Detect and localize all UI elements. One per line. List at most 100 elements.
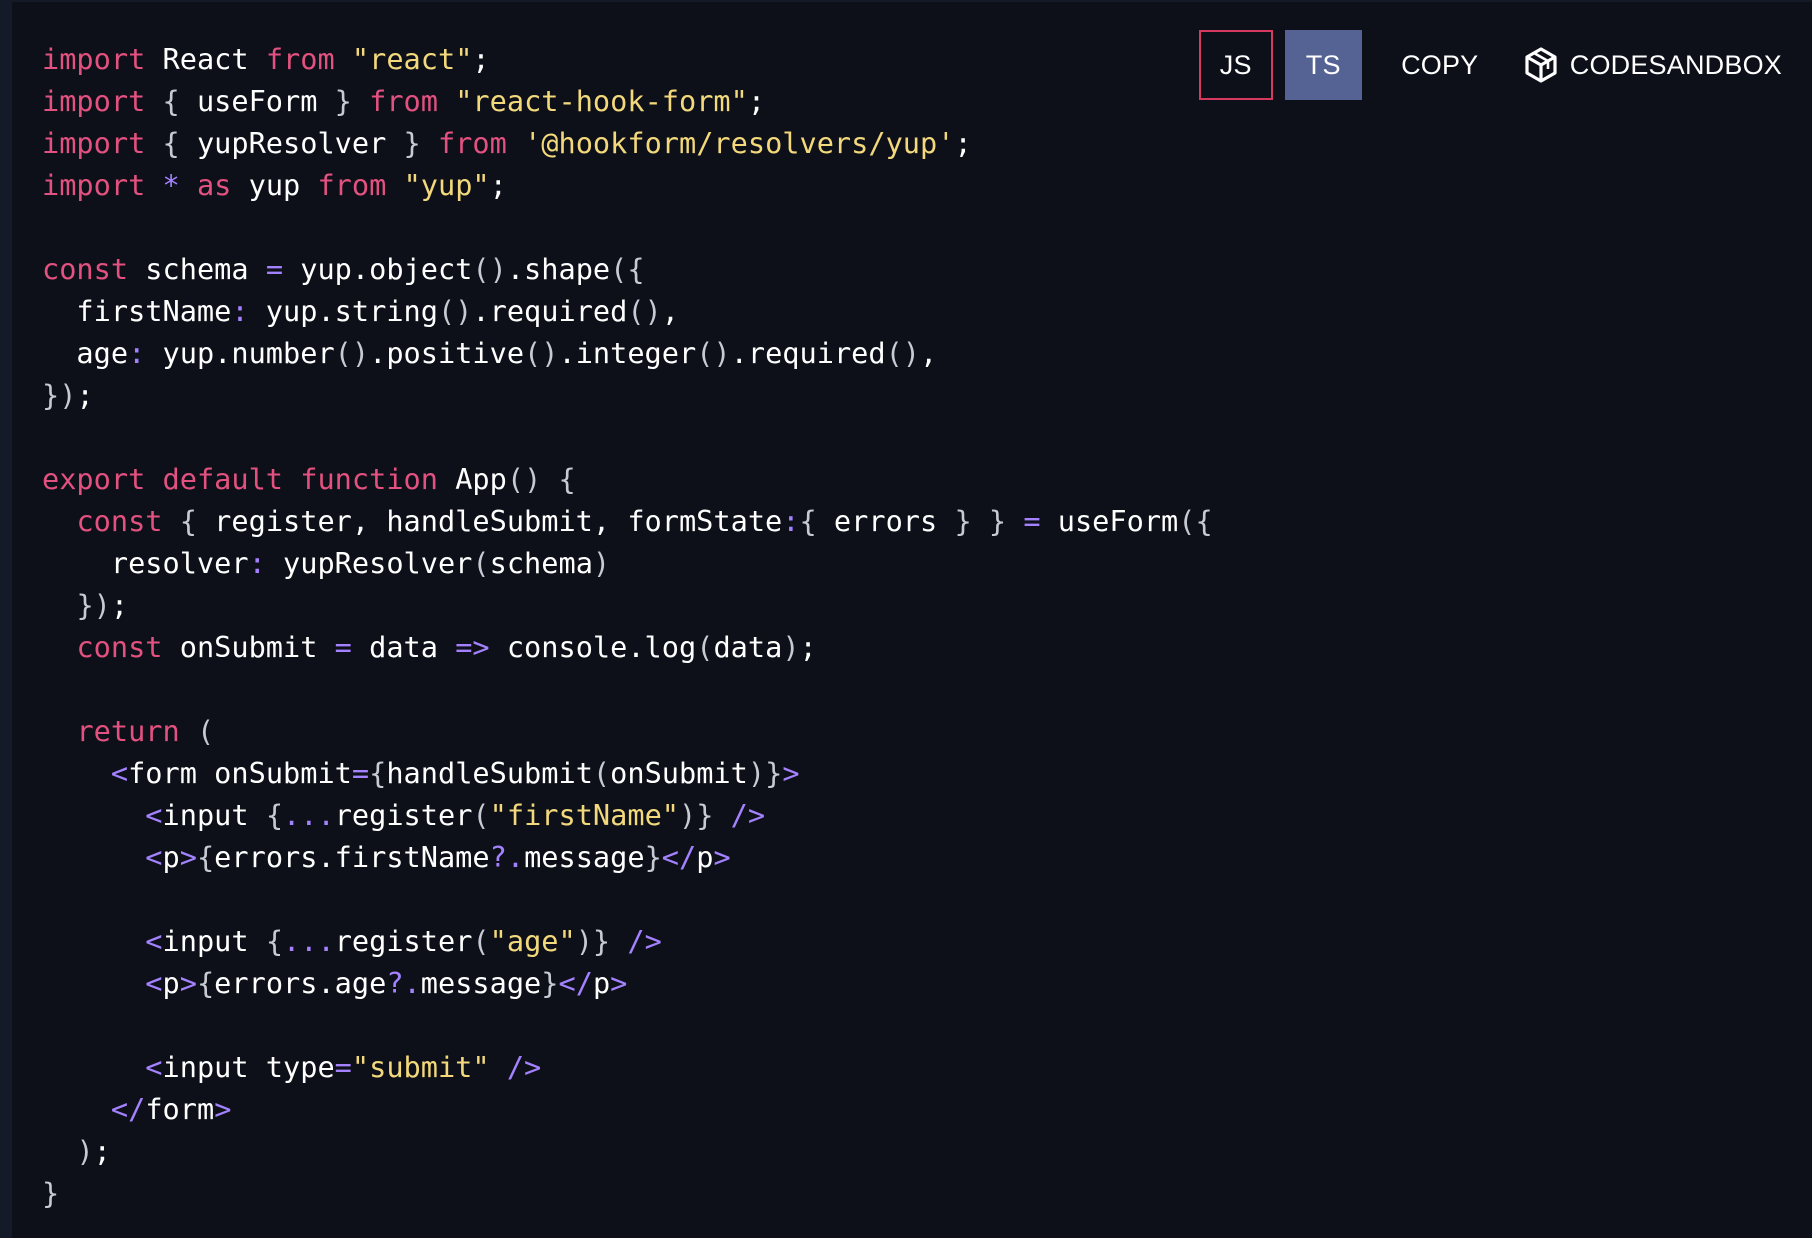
ts-tab-button[interactable]: TS: [1284, 30, 1362, 100]
code-punctuation: (): [524, 336, 559, 370]
code-punctuation: }: [541, 966, 559, 1000]
code-keyword: from: [369, 84, 438, 118]
code-text: handleSubmit: [386, 756, 593, 790]
code-line: <input {...register("firstName")} />: [42, 794, 1213, 836]
code-punctuation: {: [179, 504, 197, 538]
code-punctuation: ({: [610, 252, 645, 286]
code-operator: </: [558, 966, 593, 1000]
code-operator: <: [145, 1050, 163, 1084]
code-punctuation: ({: [1178, 504, 1213, 538]
code-text: errors.firstName: [214, 840, 490, 874]
code-operator: :: [231, 294, 249, 328]
code-toolbar: JS TS COPY CODESANDBOX: [1198, 30, 1782, 100]
code-operator: </: [661, 840, 697, 874]
code-text: yupResolver: [179, 126, 404, 160]
code-punctuation: {: [265, 924, 284, 958]
code-text: ;: [954, 126, 972, 160]
code-operator: >: [782, 756, 800, 790]
code-operator: >: [214, 1092, 232, 1126]
code-punctuation: (): [437, 294, 473, 328]
code-keyword: from: [265, 42, 335, 76]
code-text: resolver: [42, 546, 249, 580]
codesandbox-label: CODESANDBOX: [1569, 49, 1782, 80]
code-line: const onSubmit = data => console.log(dat…: [42, 626, 1213, 668]
code-text: p: [592, 966, 611, 1000]
code-operator: ?.: [386, 966, 421, 1000]
code-text: message: [420, 966, 542, 1000]
code-text: form: [145, 1092, 215, 1126]
code-block[interactable]: import React from "react"; import { useFo…: [42, 38, 1213, 1214]
code-line: firstName: yup.string().required(),: [42, 290, 1213, 332]
code-text: p: [162, 840, 180, 874]
code-text: data: [713, 630, 783, 664]
code-keyword: const: [76, 630, 163, 664]
code-operator: ?.: [489, 840, 525, 874]
code-keyword: default: [162, 462, 284, 496]
code-punctuation: (): [472, 252, 507, 286]
code-text: ;: [93, 1134, 111, 1168]
code-operator: ...: [283, 924, 335, 958]
code-line: import { yupResolver } from '@hookform/r…: [42, 122, 1213, 164]
code-line: const { register, handleSubmit, formStat…: [42, 500, 1213, 542]
code-text: yupResolver: [265, 546, 473, 580]
code-text: data: [351, 630, 456, 664]
code-string: '@hookform/resolvers/yup': [524, 126, 955, 160]
code-punctuation: }): [76, 588, 111, 622]
code-text: errors: [816, 504, 955, 538]
code-punctuation: (: [472, 924, 490, 958]
code-operator: =: [1023, 504, 1041, 538]
code-string: "react": [351, 42, 473, 76]
code-punctuation: (: [472, 546, 490, 580]
code-keyword: import: [42, 168, 146, 202]
code-text: ,: [920, 336, 938, 370]
code-text: useForm: [179, 84, 335, 118]
code-keyword: return: [76, 714, 180, 748]
code-text: .required: [730, 336, 886, 370]
code-text: yup.string: [248, 294, 438, 328]
code-string: "yup": [403, 168, 490, 202]
code-text: register: [334, 924, 473, 958]
code-operator: <: [145, 798, 163, 832]
code-punctuation: (): [696, 336, 731, 370]
code-text: message: [524, 840, 645, 874]
code-keyword: from: [317, 168, 387, 202]
code-text: input type: [162, 1050, 335, 1084]
code-operator: ...: [283, 798, 335, 832]
code-punctuation: (): [885, 336, 921, 370]
code-operator: />: [627, 924, 662, 958]
code-punctuation: (): [627, 294, 662, 328]
code-operator: <: [145, 924, 163, 958]
code-string: "submit": [351, 1050, 490, 1084]
code-line: age: yup.number().positive().integer().r…: [42, 332, 1213, 374]
code-line: <p>{errors.age?.message}</p>: [42, 962, 1213, 1004]
code-text: register: [334, 798, 473, 832]
code-line: return (: [42, 710, 1213, 752]
code-punctuation: {: [558, 462, 576, 496]
code-text: ;: [799, 630, 817, 664]
code-keyword: export: [42, 462, 146, 496]
code-operator: <: [110, 756, 129, 790]
code-operator: <: [145, 840, 163, 874]
codesandbox-button[interactable]: CODESANDBOX: [1524, 30, 1782, 100]
code-punctuation: }: [644, 840, 662, 874]
code-text: .required: [472, 294, 628, 328]
code-line: import * as yup from "yup";: [42, 164, 1213, 206]
code-string: "age": [489, 924, 576, 958]
copy-button[interactable]: COPY: [1394, 30, 1486, 100]
